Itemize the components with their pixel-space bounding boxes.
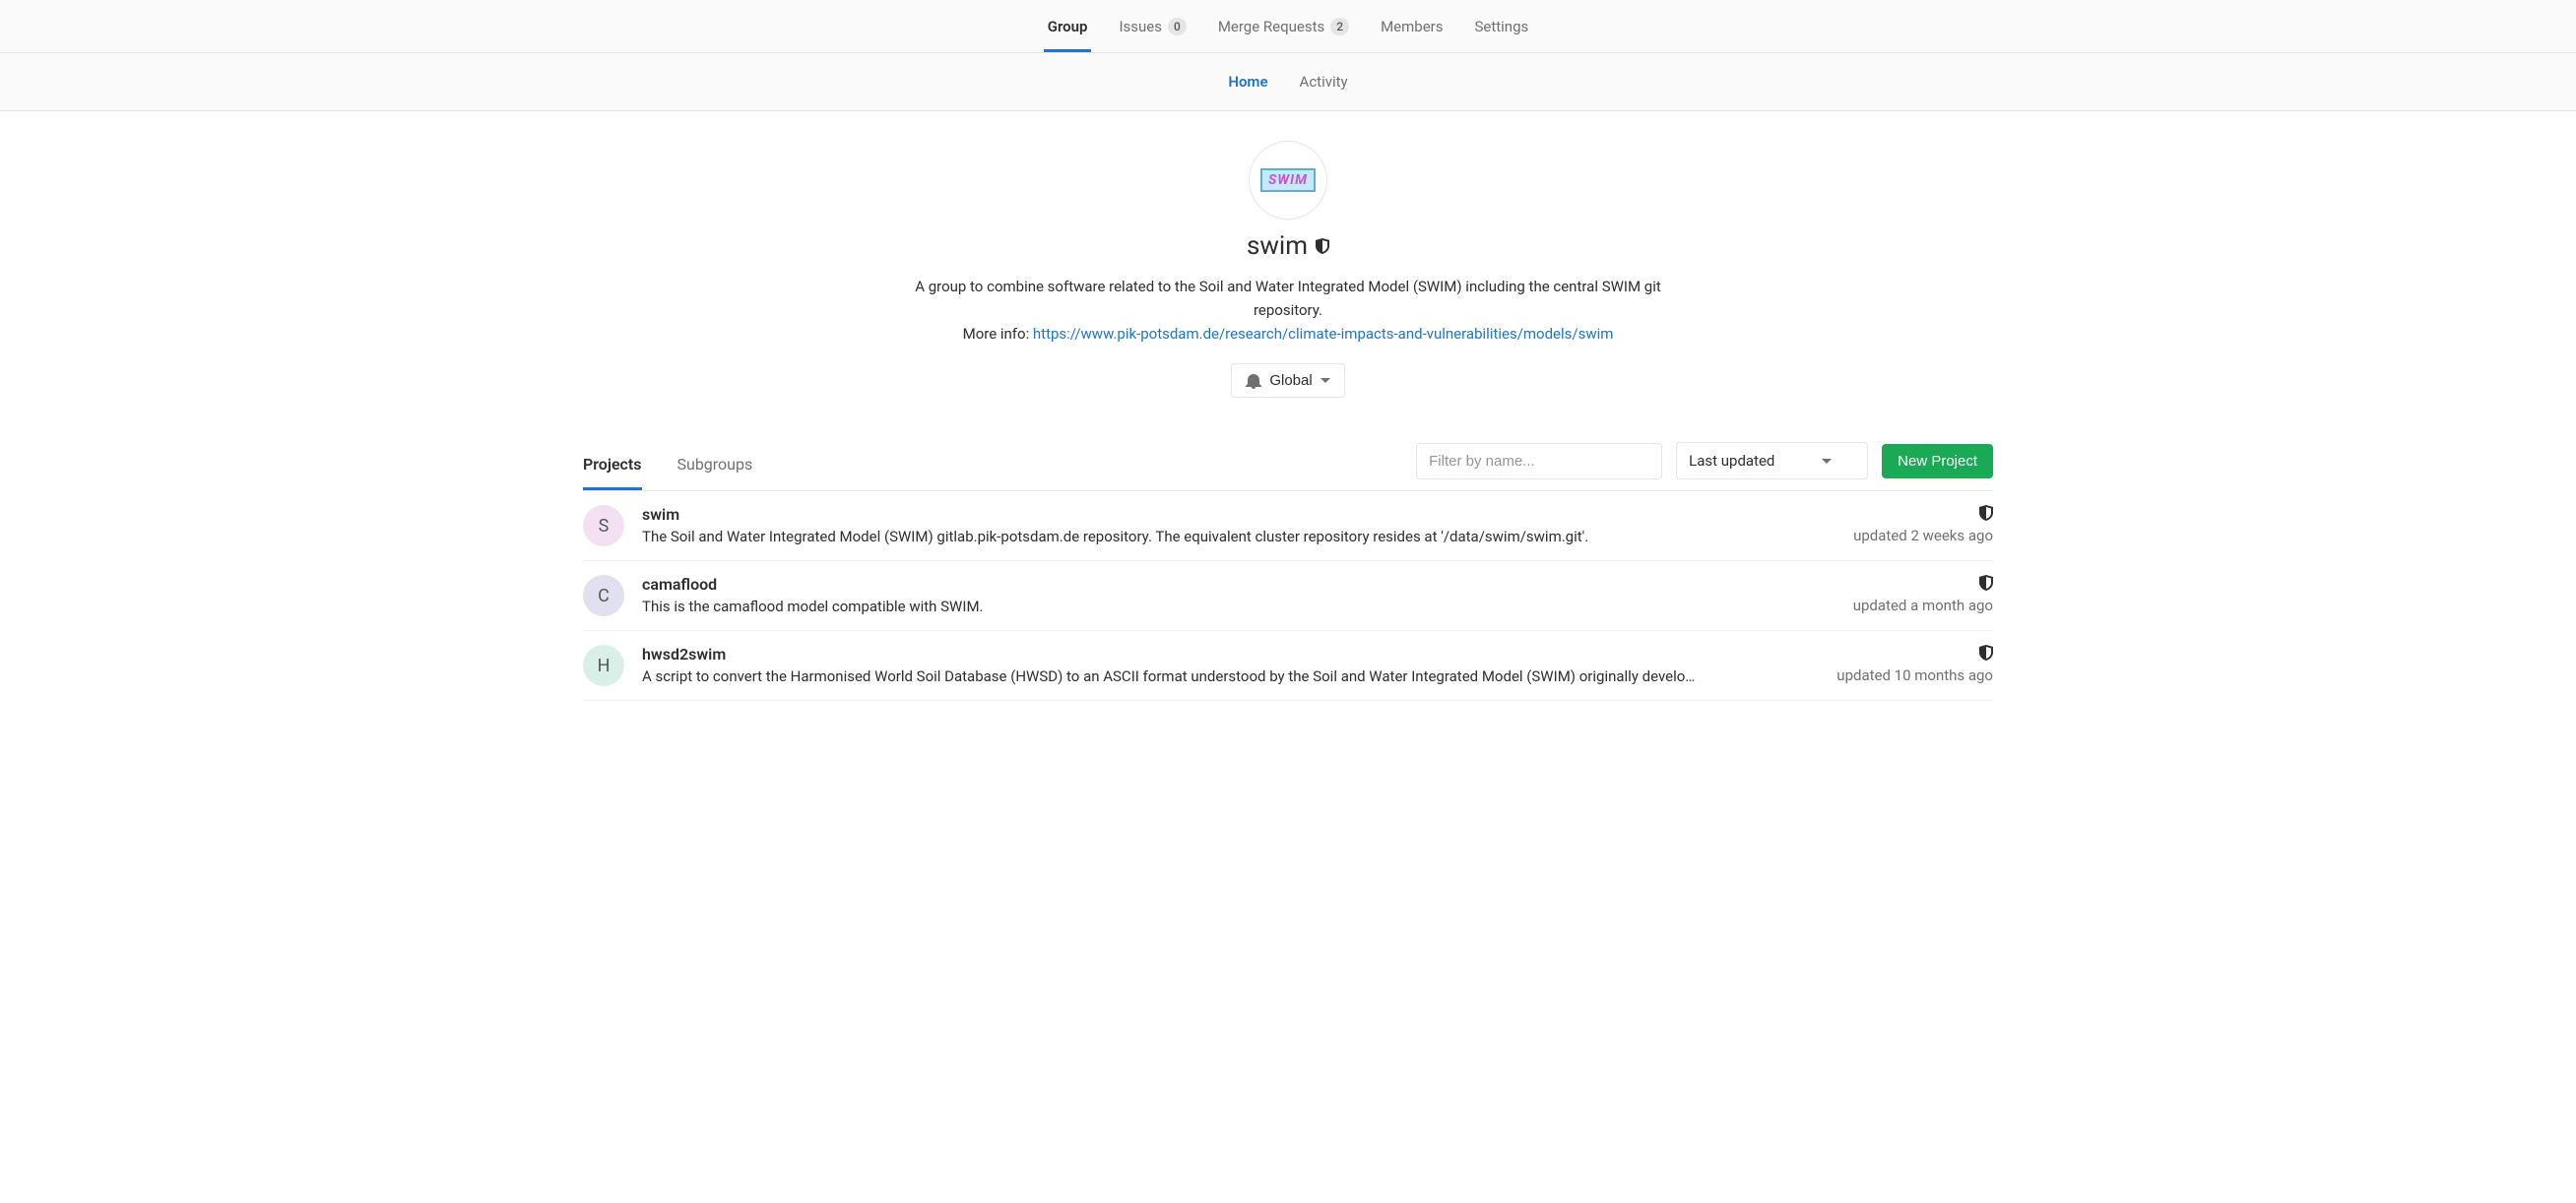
subtab-activity[interactable]: Activity [1296, 53, 1352, 110]
project-avatar: C [583, 575, 624, 616]
issues-count-badge: 0 [1168, 18, 1187, 35]
secondary-nav: Home Activity [0, 53, 2576, 111]
project-name[interactable]: hwsd2swim [642, 645, 1819, 664]
project-description: This is the camaflood model compatible w… [642, 598, 1835, 615]
notification-label: Global [1269, 372, 1312, 389]
shield-icon [1979, 575, 1993, 591]
shield-icon [1316, 238, 1329, 254]
project-description: A script to convert the Harmonised World… [642, 667, 1819, 685]
notification-dropdown[interactable]: Global [1231, 363, 1344, 398]
project-list: S swim The Soil and Water Integrated Mod… [583, 491, 1993, 701]
project-meta: updated a month ago [1853, 575, 1993, 614]
group-description: A group to combine software related to t… [879, 275, 1697, 346]
project-meta: updated 10 months ago [1836, 645, 1993, 684]
tab-issues-label: Issues [1119, 18, 1162, 35]
caret-down-icon [1320, 378, 1330, 383]
project-body: swim The Soil and Water Integrated Model… [642, 505, 1835, 545]
project-meta: updated 2 weeks ago [1853, 505, 1993, 544]
group-avatar: SWIM [1249, 141, 1327, 220]
group-avatar-text: SWIM [1260, 168, 1316, 192]
caret-down-icon [1822, 459, 1832, 464]
listtab-projects[interactable]: Projects [583, 441, 642, 490]
tab-group[interactable]: Group [1044, 0, 1092, 52]
project-updated: updated a month ago [1853, 597, 1993, 614]
projects-section: Projects Subgroups Last updated New Proj… [549, 441, 2027, 701]
group-desc-prefix: More info: [963, 325, 1033, 343]
project-row[interactable]: C camaflood This is the camaflood model … [583, 561, 1993, 631]
sort-label: Last updated [1689, 452, 1774, 470]
project-avatar: S [583, 505, 624, 546]
sort-dropdown[interactable]: Last updated [1676, 442, 1868, 479]
list-controls: Last updated New Project [1416, 442, 1993, 489]
mr-count-badge: 2 [1330, 18, 1349, 35]
shield-icon [1979, 505, 1993, 521]
group-header: SWIM swim A group to combine software re… [0, 111, 2576, 417]
shield-icon [1979, 645, 1993, 661]
primary-nav: Group Issues 0 Merge Requests 2 Members … [0, 0, 2576, 53]
project-avatar: H [583, 645, 624, 686]
project-body: camaflood This is the camaflood model co… [642, 575, 1835, 615]
tab-settings[interactable]: Settings [1470, 0, 1532, 52]
group-desc-line1: A group to combine software related to t… [915, 278, 1661, 319]
subtab-home[interactable]: Home [1224, 53, 1271, 110]
filter-input[interactable] [1416, 443, 1662, 479]
bell-icon [1246, 373, 1261, 389]
tab-issues[interactable]: Issues 0 [1115, 0, 1190, 52]
project-row[interactable]: H hwsd2swim A script to convert the Harm… [583, 631, 1993, 701]
list-header: Projects Subgroups Last updated New Proj… [583, 441, 1993, 491]
project-name[interactable]: camaflood [642, 575, 1835, 594]
tab-mr-label: Merge Requests [1218, 18, 1324, 35]
project-body: hwsd2swim A script to convert the Harmon… [642, 645, 1819, 685]
group-info-link[interactable]: https://www.pik-potsdam.de/research/clim… [1033, 325, 1613, 343]
list-tabs: Projects Subgroups [583, 441, 752, 490]
listtab-subgroups[interactable]: Subgroups [677, 441, 753, 490]
tab-members[interactable]: Members [1377, 0, 1447, 52]
project-description: The Soil and Water Integrated Model (SWI… [642, 528, 1835, 545]
project-updated: updated 2 weeks ago [1853, 527, 1993, 544]
new-project-button[interactable]: New Project [1882, 444, 1993, 478]
tab-merge-requests[interactable]: Merge Requests 2 [1214, 0, 1353, 52]
project-row[interactable]: S swim The Soil and Water Integrated Mod… [583, 491, 1993, 561]
group-title: swim [1247, 231, 1329, 261]
project-updated: updated 10 months ago [1836, 666, 1993, 684]
group-name: swim [1247, 231, 1308, 261]
project-name[interactable]: swim [642, 505, 1835, 524]
